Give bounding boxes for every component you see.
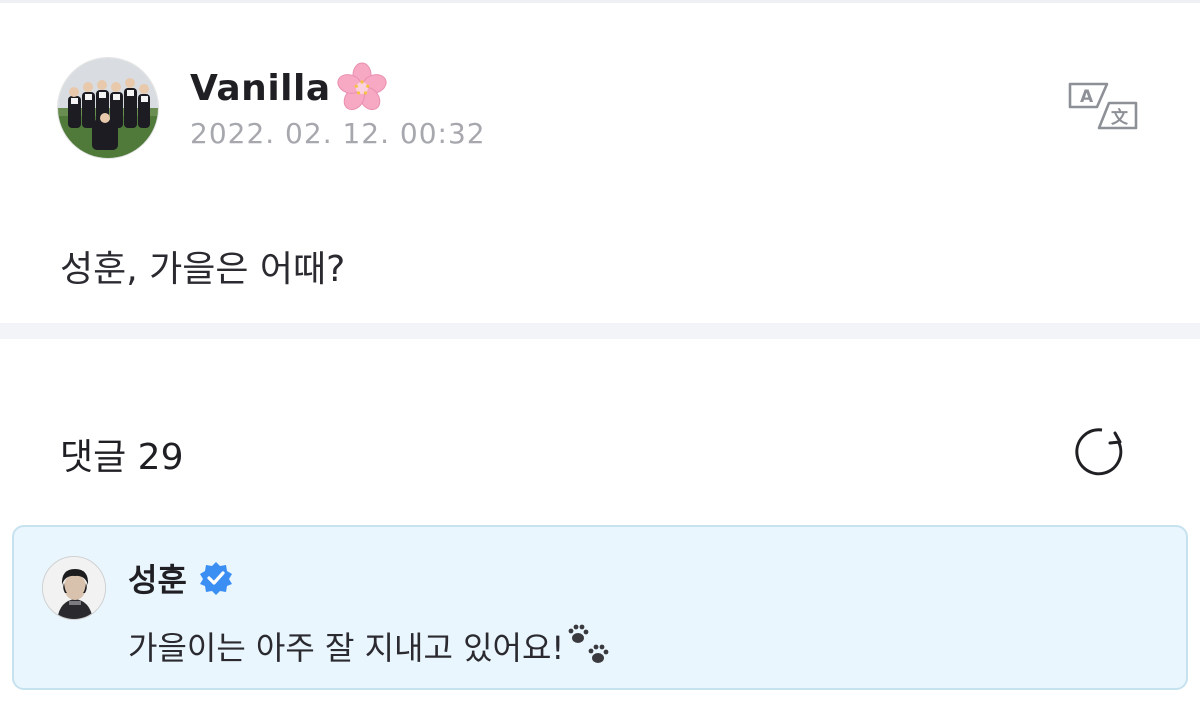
comment-author[interactable]: 성훈 <box>128 555 233 601</box>
commenter-photo-image <box>43 557 105 619</box>
translate-icon: A 文 <box>1068 82 1138 130</box>
author-avatar[interactable] <box>57 57 159 159</box>
comment-text-content: 가을이는 아주 잘 지내고 있어요! <box>128 629 565 667</box>
verified-badge-icon <box>199 562 232 595</box>
svg-text:A: A <box>1080 87 1094 107</box>
translate-button[interactable]: A 文 <box>1067 81 1139 131</box>
refresh-icon <box>1075 428 1123 476</box>
commenter-avatar[interactable] <box>42 556 106 620</box>
author-name-text: Vanilla <box>190 67 331 109</box>
paw-prints-icon <box>568 624 609 663</box>
svg-text:文: 文 <box>1111 107 1129 128</box>
comment-text: 가을이는 아주 잘 지내고 있어요! <box>128 622 614 670</box>
post-header: Vanilla 2022. 02. 12. 00:32 A 文 <box>57 57 1147 161</box>
top-divider <box>0 0 1200 3</box>
post-timestamp: 2022. 02. 12. 00:32 <box>190 117 486 150</box>
group-photo-image <box>58 58 158 158</box>
cherry-blossom-icon <box>337 62 387 111</box>
author-name[interactable]: Vanilla <box>190 61 389 115</box>
section-divider <box>0 323 1200 339</box>
post-body: 성훈, 가을은 어때? <box>60 249 346 290</box>
comments-title: 댓글 29 <box>60 437 184 478</box>
refresh-button[interactable] <box>1072 424 1130 480</box>
comment-author-text: 성훈 <box>128 561 187 599</box>
comment-card[interactable]: 성훈 가을이는 아주 잘 지내고 있어요! <box>12 525 1188 690</box>
